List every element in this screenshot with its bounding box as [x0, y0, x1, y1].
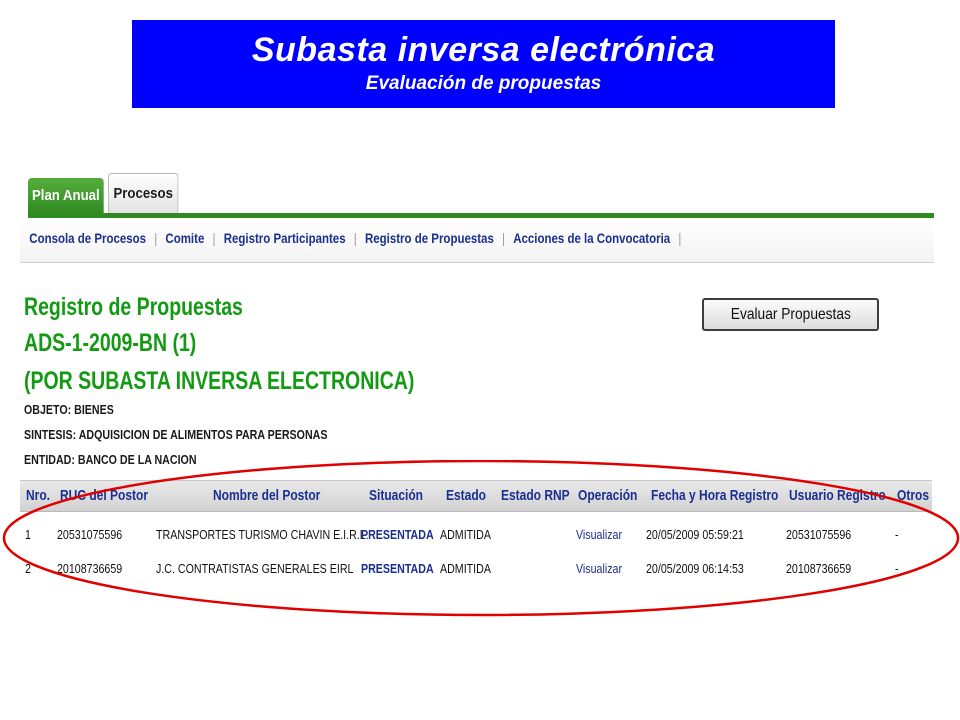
nav-separator: |	[154, 230, 158, 246]
nav-acciones-de-la-convocatoria[interactable]: Acciones de la Convocatoria	[510, 230, 678, 246]
nav-separator: |	[212, 230, 216, 246]
nav-comite[interactable]: Comite	[162, 230, 212, 246]
col-operacion: Operación	[578, 487, 638, 504]
visualizar-link[interactable]: Visualizar	[576, 518, 622, 552]
col-situacion: Situación	[369, 487, 424, 504]
banner-title: Subasta inversa electrónica	[251, 31, 716, 69]
cell-otros: -	[895, 561, 899, 576]
page-title: Registro de Propuestas	[24, 293, 243, 321]
cell-situacion: PRESENTADA	[361, 527, 434, 542]
process-code: ADS-1-2009-BN (1)	[24, 329, 197, 357]
cell-otros: -	[895, 527, 899, 542]
evaluar-propuestas-label: Evaluar Propuestas	[730, 306, 851, 323]
cell-nro: 2	[25, 561, 31, 576]
col-estado-rnp: Estado RNP	[501, 487, 570, 504]
cell-ruc: 20108736659	[57, 561, 123, 576]
tab-procesos[interactable]: Procesos	[108, 173, 179, 213]
tab-plan-anual[interactable]: Plan Anual	[28, 178, 104, 214]
cell-estado: ADMITIDA	[440, 561, 491, 576]
slide-banner: Subasta inversa electrónica Evaluación d…	[132, 20, 835, 108]
process-type: (POR SUBASTA INVERSA ELECTRONICA)	[24, 367, 415, 395]
nav-consola-de-procesos[interactable]: Consola de Procesos	[26, 230, 154, 246]
entidad-label: ENTIDAD: BANCO DE LA NACION	[24, 452, 197, 467]
sintesis-label: SINTESIS: ADQUISICION DE ALIMENTOS PARA …	[24, 427, 328, 442]
nav-separator: |	[678, 230, 682, 246]
cell-fecha: 20/05/2009 05:59:21	[646, 527, 744, 542]
col-fecha-hora-registro: Fecha y Hora Registro	[651, 487, 779, 504]
objeto-label: OBJETO: BIENES	[24, 402, 114, 417]
proposals-table-header: Nro. RUC del Postor Nombre del Postor Si…	[20, 480, 932, 512]
cell-fecha: 20/05/2009 06:14:53	[646, 561, 744, 576]
cell-nro: 1	[25, 527, 31, 542]
table-row: 1 20531075596 TRANSPORTES TURISMO CHAVIN…	[20, 518, 932, 552]
cell-usuario: 20531075596	[786, 527, 852, 542]
evaluar-propuestas-button[interactable]: Evaluar Propuestas	[702, 298, 879, 331]
col-usuario-registro: Usuario Registro	[789, 487, 886, 504]
cell-estado: ADMITIDA	[440, 527, 491, 542]
nav-separator: |	[502, 230, 506, 246]
nav-registro-participantes[interactable]: Registro Participantes	[220, 230, 353, 246]
col-otros: Otros	[897, 487, 930, 504]
cell-situacion: PRESENTADA	[361, 561, 434, 576]
table-row: 2 20108736659 J.C. CONTRATISTAS GENERALE…	[20, 552, 932, 586]
nav-registro-de-propuestas[interactable]: Registro de Propuestas	[362, 230, 502, 246]
col-nombre-postor: Nombre del Postor	[213, 487, 321, 504]
cell-usuario: 20108736659	[786, 561, 852, 576]
banner-subtitle: Evaluación de propuestas	[365, 73, 602, 94]
cell-ruc: 20531075596	[57, 527, 123, 542]
visualizar-link[interactable]: Visualizar	[576, 552, 622, 586]
col-estado: Estado	[446, 487, 487, 504]
sub-nav-bar: Consola de Procesos | Comite | Registro Part…	[20, 218, 934, 263]
col-ruc-postor: RUC del Postor	[60, 487, 149, 504]
col-nro: Nro.	[26, 487, 50, 504]
cell-nombre: TRANSPORTES TURISMO CHAVIN E.I.R.L.	[156, 527, 369, 542]
cell-nombre: J.C. CONTRATISTAS GENERALES EIRL	[156, 561, 354, 576]
nav-separator: |	[353, 230, 357, 246]
